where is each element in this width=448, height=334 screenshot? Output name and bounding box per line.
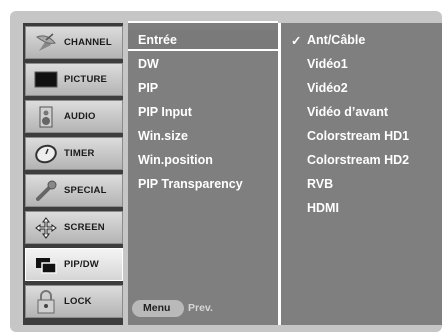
options-panel <box>281 23 442 325</box>
submenu-item-pip-transparency[interactable]: PIP Transparency <box>138 177 243 191</box>
sidebar-item-label: CHANNEL <box>64 37 112 48</box>
submenu-item-win-size[interactable]: Win.size <box>138 129 188 143</box>
sidebar-item-audio[interactable]: AUDIO <box>25 100 123 133</box>
option-hdmi[interactable]: HDMI <box>307 201 339 215</box>
pip-window-icon <box>32 253 60 277</box>
option-video1[interactable]: Vidéo1 <box>307 57 348 71</box>
sidebar-item-channel[interactable]: CHANNEL <box>25 26 123 59</box>
submenu-item-dw[interactable]: DW <box>138 57 159 71</box>
sidebar-item-label: AUDIO <box>64 111 96 122</box>
submenu-item-pip[interactable]: PIP <box>138 81 158 95</box>
submenu-item-win-position[interactable]: Win.position <box>138 153 213 167</box>
sidebar-item-lock[interactable]: LOCK <box>25 285 123 318</box>
clock-icon <box>32 142 60 166</box>
submenu-top-border <box>128 21 278 23</box>
sidebar-item-pip-dw[interactable]: PIP/DW <box>25 248 123 281</box>
checkmark-icon: ✓ <box>291 34 302 48</box>
sidebar-item-label: LOCK <box>64 296 92 307</box>
option-ant-cable[interactable]: Ant/Câble <box>307 33 365 47</box>
wrench-icon <box>32 179 60 203</box>
sidebar-item-screen[interactable]: SCREEN <box>25 211 123 244</box>
submenu-item-entree[interactable]: Entrée <box>138 33 177 47</box>
move-arrows-icon <box>32 216 60 240</box>
sidebar-item-picture[interactable]: PICTURE <box>25 63 123 96</box>
menu-button-label: Menu <box>143 302 171 314</box>
sidebar-item-label: PIP/DW <box>64 259 99 270</box>
option-colorstream-hd2[interactable]: Colorstream HD2 <box>307 153 409 167</box>
option-colorstream-hd1[interactable]: Colorstream HD1 <box>307 129 409 143</box>
option-video-avant[interactable]: Vidéo d’avant <box>307 105 388 119</box>
prev-hint: Prev. <box>188 302 213 314</box>
sidebar-item-label: TIMER <box>64 148 95 159</box>
option-video2[interactable]: Vidéo2 <box>307 81 348 95</box>
submenu-item-pip-input[interactable]: PIP Input <box>138 105 192 119</box>
sidebar-item-special[interactable]: SPECIAL <box>25 174 123 207</box>
main-menu-sidebar: CHANNEL PICTURE AUDIO TIMER SPECIAL SCRE… <box>23 23 123 325</box>
tv-screen-icon <box>32 68 60 92</box>
option-rvb[interactable]: RVB <box>307 177 333 191</box>
submenu-selection-underline <box>128 49 278 51</box>
satellite-dish-icon <box>32 31 60 55</box>
sidebar-item-label: SCREEN <box>64 222 105 233</box>
sidebar-item-timer[interactable]: TIMER <box>25 137 123 170</box>
sidebar-item-label: PICTURE <box>64 74 108 85</box>
sidebar-item-label: SPECIAL <box>64 185 107 196</box>
speaker-icon <box>32 105 60 129</box>
padlock-icon <box>32 290 60 314</box>
